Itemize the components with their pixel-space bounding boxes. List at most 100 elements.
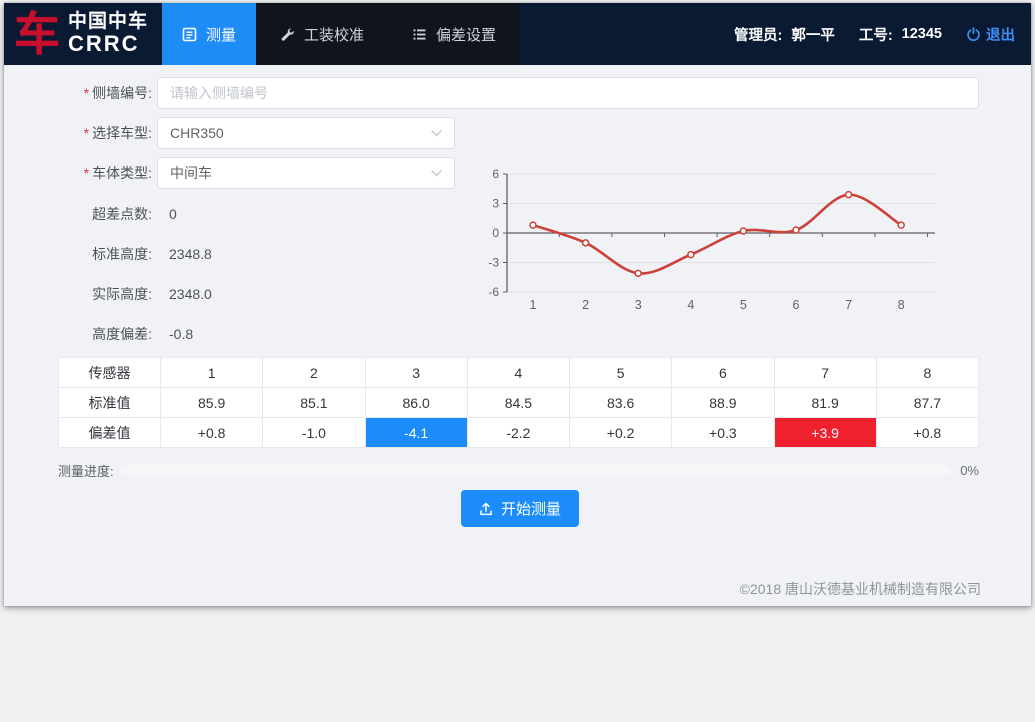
table-cell: 81.9: [774, 388, 876, 418]
table-cell: 5: [570, 358, 672, 388]
svg-text:3: 3: [492, 197, 499, 211]
upload-icon: [478, 501, 494, 517]
header-spacer: [520, 3, 734, 65]
start-measure-label: 开始测量: [501, 498, 561, 519]
logout-button[interactable]: 退出: [966, 24, 1015, 45]
chevron-down-icon: [431, 130, 442, 137]
required-mark: *: [84, 125, 89, 141]
svg-text:2: 2: [582, 298, 589, 312]
table-cell: 83.6: [570, 388, 672, 418]
actual-height-value: 2348.0: [169, 286, 212, 302]
table-cell: +0.2: [570, 418, 672, 448]
table-cell: -4.1: [365, 418, 467, 448]
table-cell: -2.2: [467, 418, 569, 448]
table-cell: +0.3: [672, 418, 774, 448]
power-icon: [966, 27, 981, 42]
svg-text:0: 0: [492, 226, 499, 240]
table-cell: 86.0: [365, 388, 467, 418]
form-row-side-wall: *侧墙编号:: [4, 77, 979, 109]
progress-label: 测量进度:: [58, 461, 114, 480]
list-settings-icon: [412, 27, 427, 42]
side-wall-label: *侧墙编号:: [4, 83, 152, 103]
brand-name-en: CRRC: [68, 32, 148, 55]
progress-track: [120, 465, 952, 475]
actual-height-label: 实际高度:: [4, 284, 152, 304]
table-row: 偏差值+0.8-1.0-4.1-2.2+0.2+0.3+3.9+0.8: [59, 418, 979, 448]
model-label: *选择车型:: [4, 123, 152, 143]
body-type-select[interactable]: 中间车: [157, 157, 455, 189]
svg-text:8: 8: [898, 298, 905, 312]
over-tolerance-label: 超差点数:: [4, 204, 152, 224]
table-cell: 84.5: [467, 388, 569, 418]
table-cell: +0.8: [876, 418, 978, 448]
chevron-down-icon: [431, 170, 442, 177]
logout-label: 退出: [986, 24, 1015, 45]
body-type-select-value: 中间车: [170, 163, 212, 183]
deviation-line-chart: 630-3-612345678: [480, 162, 942, 318]
tab-deviation-settings[interactable]: 偏差设置: [388, 3, 520, 65]
table-cell: -1.0: [263, 418, 365, 448]
standard-height-value: 2348.8: [169, 246, 212, 262]
table-cell: 85.9: [161, 388, 263, 418]
svg-text:6: 6: [793, 298, 800, 312]
table-cell: 7: [774, 358, 876, 388]
body-type-label: *车体类型:: [4, 163, 152, 183]
tab-tooling-calibration[interactable]: 工装校准: [256, 3, 388, 65]
over-tolerance-value: 0: [169, 206, 177, 222]
document-icon: [182, 27, 197, 42]
svg-text:-6: -6: [488, 285, 499, 299]
table-cell: 85.1: [263, 388, 365, 418]
required-mark: *: [84, 85, 89, 101]
side-wall-input[interactable]: [157, 77, 979, 109]
crrc-logo-icon: 车: [14, 11, 60, 57]
nav-tabs: 测量 工装校准 偏差设置: [162, 3, 520, 65]
user-role-label: 管理员:: [734, 24, 782, 45]
progress-percent: 0%: [960, 463, 979, 478]
table-cell: 4: [467, 358, 569, 388]
table-cell: 88.9: [672, 388, 774, 418]
standard-height-label: 标准高度:: [4, 244, 152, 264]
copyright-text: ©2018 唐山沃德基业机械制造有限公司: [740, 579, 981, 599]
start-measure-button[interactable]: 开始测量: [461, 490, 579, 527]
tab-tooling-label: 工装校准: [304, 24, 364, 45]
table-cell: 1: [161, 358, 263, 388]
height-deviation-label: 高度偏差:: [4, 324, 152, 344]
table-cell: 87.7: [876, 388, 978, 418]
user-name: 郭一平: [791, 24, 835, 45]
table-cell: 3: [365, 358, 467, 388]
table-cell: +3.9: [774, 418, 876, 448]
sensor-table: 传感器12345678标准值85.985.186.084.583.688.981…: [58, 357, 979, 448]
svg-text:1: 1: [530, 298, 537, 312]
employee-id-label: 工号:: [859, 24, 893, 45]
tab-deviation-label: 偏差设置: [436, 24, 496, 45]
tab-measure-label: 测量: [206, 24, 236, 45]
crrc-logo: 车 中国中车 CRRC: [4, 3, 162, 65]
tab-measure[interactable]: 测量: [162, 3, 256, 65]
top-header: 车 中国中车 CRRC 测量 工装校准: [4, 3, 1031, 65]
table-cell: 6: [672, 358, 774, 388]
height-deviation-value: -0.8: [169, 326, 193, 342]
table-cell: +0.8: [161, 418, 263, 448]
wrench-icon: [280, 27, 295, 42]
app-window: 车 中国中车 CRRC 测量 工装校准: [4, 3, 1031, 606]
svg-text:4: 4: [687, 298, 694, 312]
row-header-cell: 传感器: [59, 358, 161, 388]
svg-text:5: 5: [740, 298, 747, 312]
table-row: 标准值85.985.186.084.583.688.981.987.7: [59, 388, 979, 418]
svg-text:-3: -3: [488, 255, 499, 269]
measurement-progress: 测量进度: 0%: [58, 461, 979, 479]
svg-text:6: 6: [492, 167, 499, 181]
brand-text: 中国中车 CRRC: [68, 12, 148, 55]
stat-row-height-deviation: 高度偏差: -0.8: [4, 322, 979, 346]
table-row: 传感器12345678: [59, 358, 979, 388]
employee-id: 12345: [902, 26, 942, 42]
table-cell: 8: [876, 358, 978, 388]
required-mark: *: [84, 165, 89, 181]
user-info: 管理员: 郭一平 工号: 12345 退出: [734, 3, 1031, 65]
model-select[interactable]: CHR350: [157, 117, 455, 149]
svg-text:7: 7: [845, 298, 852, 312]
row-header-cell: 标准值: [59, 388, 161, 418]
brand-name-cn: 中国中车: [68, 12, 148, 32]
form-row-model: *选择车型: CHR350: [4, 117, 979, 149]
model-select-value: CHR350: [170, 125, 224, 141]
